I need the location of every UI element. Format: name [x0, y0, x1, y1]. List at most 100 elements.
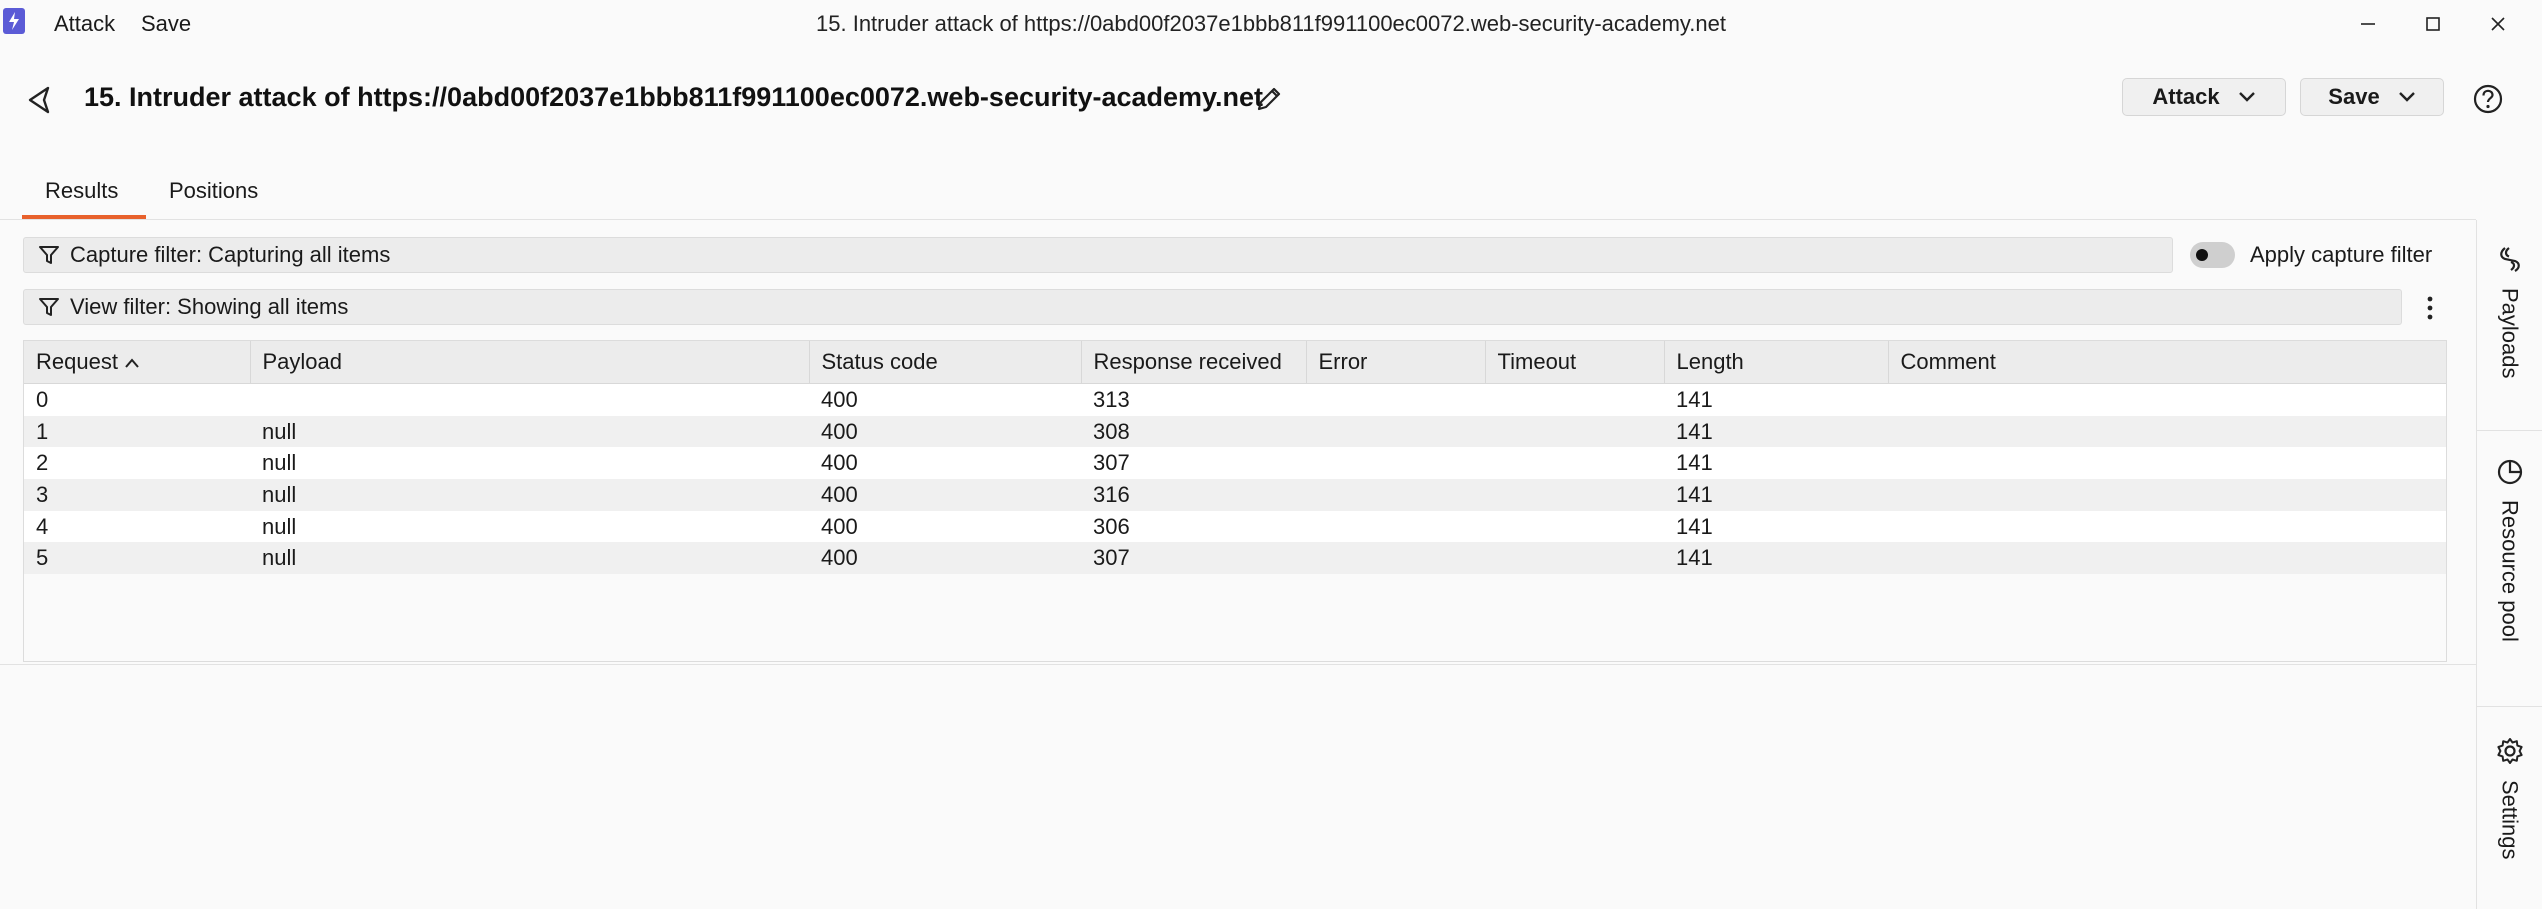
column-header-request[interactable]: Request: [24, 341, 251, 384]
close-icon: [2491, 17, 2505, 31]
cell-comment: [1888, 383, 2446, 416]
gear-icon: [2496, 738, 2523, 764]
cell-timeout: [1485, 479, 1664, 511]
pie-chart-icon: [2497, 459, 2522, 485]
cell-error: [1306, 542, 1485, 575]
tab-positions[interactable]: Positions: [169, 178, 258, 204]
filter-icon: [39, 246, 59, 264]
cell-length: 141: [1664, 479, 1888, 511]
cell-error: [1306, 479, 1485, 511]
apply-capture-filter-label: Apply capture filter: [2250, 242, 2433, 267]
cell-length: 141: [1664, 542, 1888, 575]
maximize-icon: [2426, 17, 2440, 31]
side-tab-settings[interactable]: Settings: [2477, 736, 2542, 860]
cell-response-received: 308: [1081, 415, 1306, 448]
help-icon: [2473, 84, 2503, 114]
payloads-icon: [2499, 247, 2520, 272]
cell-response-received: 316: [1081, 479, 1306, 511]
tab-results[interactable]: Results: [45, 178, 118, 204]
cell-length: 141: [1664, 447, 1888, 480]
results-divider: [0, 664, 2476, 665]
cell-request: 2: [24, 447, 250, 480]
cell-error: [1306, 383, 1485, 416]
cell-comment: [1888, 479, 2446, 511]
side-tab-settings-label: Settings: [2497, 780, 2523, 860]
help-button[interactable]: [2470, 81, 2506, 117]
cell-payload: [250, 383, 809, 416]
cell-request: 0: [24, 383, 250, 416]
cell-request: 5: [24, 542, 250, 575]
table-row[interactable]: 2 null 400 307 141: [24, 447, 2446, 480]
column-header-status-code[interactable]: Status code: [809, 341, 1082, 384]
column-header-comment[interactable]: Comment: [1888, 341, 2446, 384]
back-button[interactable]: [22, 82, 58, 118]
column-header-response-received[interactable]: Response received: [1081, 341, 1307, 384]
tabs-divider: [0, 219, 2476, 220]
cell-response-received: 307: [1081, 447, 1306, 480]
results-table-container: Request Payload Status code Response rec…: [23, 340, 2447, 662]
sort-ascending-icon: [125, 358, 139, 368]
column-header-length[interactable]: Length: [1664, 341, 1889, 384]
cell-status-code: 400: [809, 479, 1081, 511]
cell-error: [1306, 510, 1485, 543]
view-filter-text: View filter: Showing all items: [70, 294, 349, 319]
side-panel-separator: [2477, 430, 2542, 431]
cell-status-code: 400: [809, 383, 1081, 416]
table-row[interactable]: 3 null 400 316 141: [24, 479, 2446, 511]
cell-timeout: [1485, 415, 1664, 448]
table-row[interactable]: 0 400 313 141: [24, 383, 2446, 416]
capture-filter-bar[interactable]: Capture filter: Capturing all items: [23, 237, 2173, 273]
cell-payload: null: [250, 447, 809, 480]
kebab-menu-icon: [2427, 296, 2433, 320]
cell-status-code: 400: [809, 542, 1081, 575]
view-filter-bar[interactable]: View filter: Showing all items: [23, 289, 2402, 325]
page-title: 15. Intruder attack of https://0abd00f20…: [84, 82, 1264, 112]
side-tab-resource-pool-label: Resource pool: [2497, 500, 2523, 642]
cell-response-received: 306: [1081, 510, 1306, 543]
results-table: Request Payload Status code Response rec…: [24, 341, 2446, 575]
save-button[interactable]: Save: [2300, 78, 2444, 116]
chevron-down-icon: [2398, 92, 2415, 102]
minimize-icon: [2361, 23, 2375, 25]
chevron-down-icon: [2238, 92, 2255, 102]
back-arrow-icon: [28, 86, 50, 114]
cell-request: 3: [24, 479, 250, 511]
more-options-button[interactable]: [2418, 290, 2442, 326]
side-tab-payloads-label: Payloads: [2497, 288, 2523, 379]
cell-status-code: 400: [809, 510, 1081, 543]
side-tab-payloads[interactable]: Payloads: [2477, 244, 2542, 379]
cell-timeout: [1485, 510, 1664, 543]
apply-capture-filter-toggle[interactable]: [2190, 242, 2235, 268]
cell-error: [1306, 415, 1485, 448]
column-header-payload[interactable]: Payload: [250, 341, 810, 384]
table-row[interactable]: 4 null 400 306 141: [24, 510, 2446, 543]
close-window-button[interactable]: [2470, 6, 2526, 42]
side-panel-separator: [2477, 706, 2542, 707]
window-title: 15. Intruder attack of https://0abd00f20…: [816, 11, 1726, 36]
edit-title-button[interactable]: [1252, 82, 1286, 116]
minimize-button[interactable]: [2340, 6, 2396, 42]
cell-comment: [1888, 447, 2446, 480]
save-button-label: Save: [2328, 84, 2380, 109]
capture-filter-text: Capture filter: Capturing all items: [70, 242, 391, 267]
table-header-row: Request Payload Status code Response rec…: [24, 341, 2446, 384]
cell-request: 1: [24, 415, 250, 448]
side-tab-resource-pool[interactable]: Resource pool: [2477, 458, 2542, 642]
maximize-button[interactable]: [2405, 6, 2461, 42]
table-row[interactable]: 1 null 400 308 141: [24, 415, 2446, 448]
column-header-timeout[interactable]: Timeout: [1485, 341, 1665, 384]
cell-error: [1306, 447, 1485, 480]
cell-timeout: [1485, 542, 1664, 575]
cell-request: 4: [24, 510, 250, 543]
cell-payload: null: [250, 479, 809, 511]
cell-length: 141: [1664, 510, 1888, 543]
cell-status-code: 400: [809, 447, 1081, 480]
table-row[interactable]: 5 null 400 307 141: [24, 542, 2446, 575]
cell-length: 141: [1664, 383, 1888, 416]
cell-response-received: 313: [1081, 383, 1306, 416]
column-header-error[interactable]: Error: [1306, 341, 1486, 384]
pencil-icon: [1257, 87, 1281, 111]
toggle-knob: [2196, 249, 2208, 261]
attack-button[interactable]: Attack: [2122, 78, 2286, 116]
cell-length: 141: [1664, 415, 1888, 448]
